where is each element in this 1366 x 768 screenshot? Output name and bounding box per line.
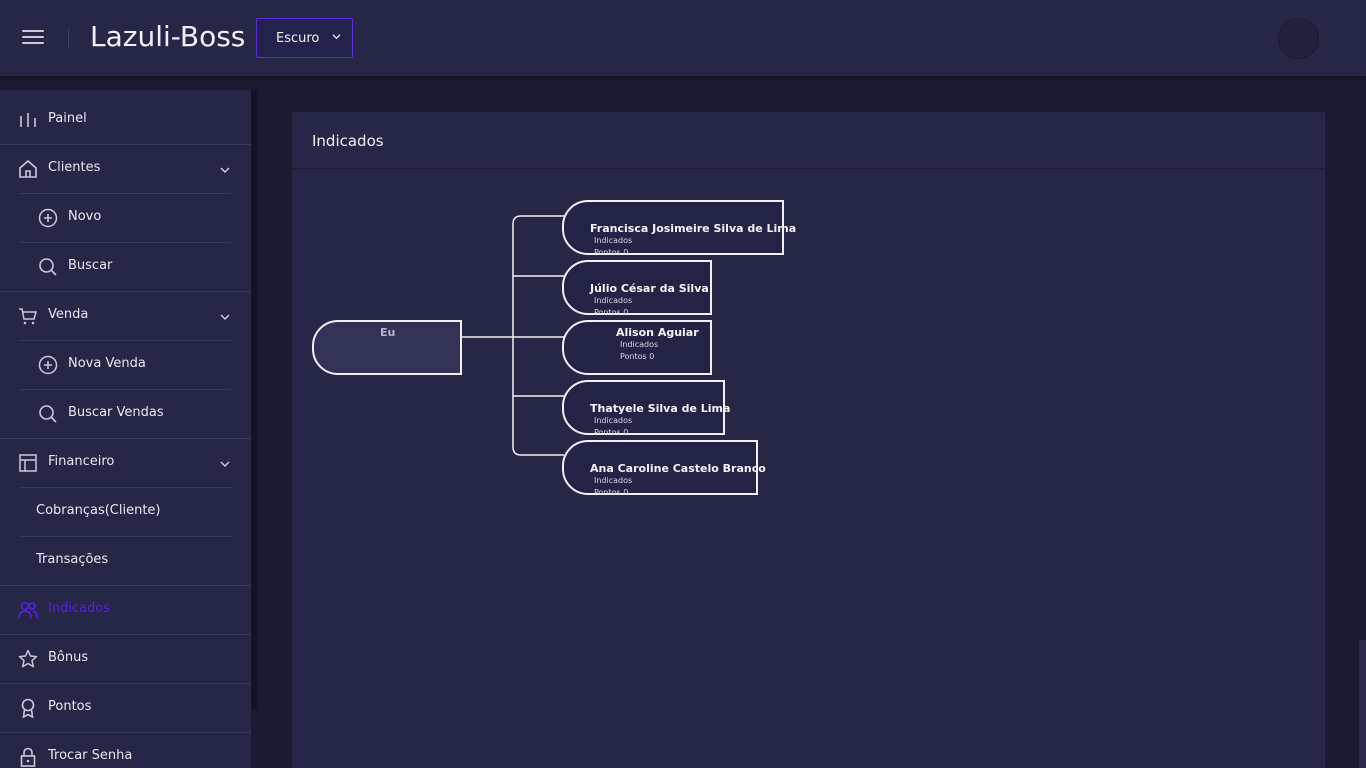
- tree-child-node[interactable]: Francisca Josimeire Silva de Lima Indica…: [562, 200, 796, 257]
- child-node-pontos: Pontos 0: [594, 308, 629, 317]
- child-node-indicados: Indicados: [620, 340, 659, 349]
- tree-child-node[interactable]: Alison Aguiar Indicados Pontos 0: [562, 320, 712, 375]
- sidebar-item-cobrancas[interactable]: Cobranças(Cliente): [0, 488, 251, 537]
- tree-child-node[interactable]: Thatyele Silva de Lima Indicados Pontos …: [562, 380, 730, 437]
- sidebar-item-indicados[interactable]: Indicados: [0, 586, 251, 635]
- child-node-indicados: Indicados: [594, 236, 633, 245]
- menu-icon[interactable]: [22, 28, 46, 48]
- sidebar-item-label: Buscar Vendas: [68, 405, 164, 420]
- search-icon: [39, 405, 57, 423]
- child-node-indicados: Indicados: [594, 476, 633, 485]
- cart-icon: [19, 308, 37, 325]
- child-node-name: Júlio César da Silva: [590, 282, 709, 295]
- page-scrollbar[interactable]: [1359, 640, 1366, 768]
- chevron-down-icon: [332, 34, 341, 40]
- header-divider: [68, 28, 69, 48]
- root-node-label: Eu: [380, 326, 396, 339]
- bar-chart-icon: [20, 113, 36, 127]
- sidebar-item-novo[interactable]: Novo: [0, 194, 251, 243]
- layout-icon: [19, 454, 37, 472]
- avatar[interactable]: [1278, 18, 1319, 59]
- card-divider: [292, 168, 1325, 169]
- child-node-indicados: Indicados: [594, 416, 633, 425]
- award-icon: [21, 698, 35, 718]
- child-node-name: Thatyele Silva de Lima: [590, 402, 731, 415]
- child-node-name: Ana Caroline Castelo Branco: [590, 462, 766, 475]
- child-node-pontos: Pontos 0: [620, 352, 655, 361]
- sidebar-item-label: Buscar: [68, 258, 113, 273]
- child-node-name: Francisca Josimeire Silva de Lima: [590, 222, 797, 235]
- sidebar-item-label: Clientes: [48, 160, 101, 175]
- sidebar-item-pontos[interactable]: Pontos: [0, 684, 251, 733]
- plus-circle-icon: [38, 208, 58, 228]
- sidebar-item-label: Trocar Senha: [48, 748, 133, 763]
- tree-child-node[interactable]: Júlio César da Silva Indicados Pontos 0: [562, 260, 712, 317]
- sidebar-item-venda[interactable]: Venda: [0, 292, 251, 341]
- sidebar-item-buscar-vendas[interactable]: Buscar Vendas: [0, 390, 251, 439]
- sidebar-item-label: Bônus: [48, 650, 89, 665]
- theme-select[interactable]: Escuro: [256, 18, 353, 58]
- sidebar-item-label: Venda: [48, 307, 89, 322]
- theme-select-value: Escuro: [276, 31, 320, 46]
- sidebar-item-label: Transações: [36, 552, 109, 567]
- child-node-pontos: Pontos 0: [594, 488, 629, 497]
- sidebar-item-painel[interactable]: Painel: [0, 96, 251, 145]
- sidebar-item-transacoes[interactable]: Transações: [0, 537, 251, 586]
- app-title: Lazuli-Boss: [90, 20, 246, 53]
- sidebar-item-clientes[interactable]: Clientes: [0, 145, 251, 194]
- sidebar-item-label: Indicados: [48, 601, 111, 616]
- chevron-down-icon: [220, 461, 230, 468]
- sidebar-item-label: Financeiro: [48, 454, 115, 469]
- chevron-down-icon: [220, 314, 230, 321]
- child-node-pontos: Pontos 0: [594, 428, 629, 437]
- sidebar-item-trocar-senha[interactable]: Trocar Senha: [0, 733, 251, 768]
- search-icon: [39, 258, 57, 276]
- lock-icon: [20, 747, 36, 767]
- child-node-pontos: Pontos 0: [594, 248, 629, 257]
- sidebar-item-nova-venda[interactable]: Nova Venda: [0, 341, 251, 390]
- sidebar-item-buscar[interactable]: Buscar: [0, 243, 251, 292]
- plus-circle-icon: [38, 355, 58, 375]
- sidebar-item-label: Nova Venda: [68, 356, 146, 371]
- indicados-card: Indicados: [292, 112, 1325, 768]
- card-title: Indicados: [312, 132, 384, 150]
- sidebar-item-financeiro[interactable]: Financeiro: [0, 439, 251, 488]
- chevron-down-icon: [220, 167, 230, 174]
- users-icon: [18, 601, 38, 619]
- tree-root-node[interactable]: Eu: [312, 320, 462, 375]
- sidebar-item-bonus[interactable]: Bônus: [0, 635, 251, 684]
- tree-child-node[interactable]: Ana Caroline Castelo Branco Indicados Po…: [562, 440, 766, 497]
- child-node-indicados: Indicados: [594, 296, 633, 305]
- home-icon: [19, 159, 37, 178]
- sidebar-item-label: Cobranças(Cliente): [36, 503, 161, 518]
- sidebar-item-label: Novo: [68, 209, 102, 224]
- sidebar-item-label: Painel: [48, 111, 87, 126]
- top-header: Lazuli-Boss Escuro: [0, 0, 1366, 76]
- child-node-name: Alison Aguiar: [616, 326, 699, 339]
- sidebar-item-label: Pontos: [48, 699, 92, 714]
- star-icon: [18, 649, 38, 668]
- sidebar-scrollbar[interactable]: [251, 90, 257, 710]
- sidebar: Painel Clientes Novo Buscar Venda Nova V…: [0, 90, 251, 768]
